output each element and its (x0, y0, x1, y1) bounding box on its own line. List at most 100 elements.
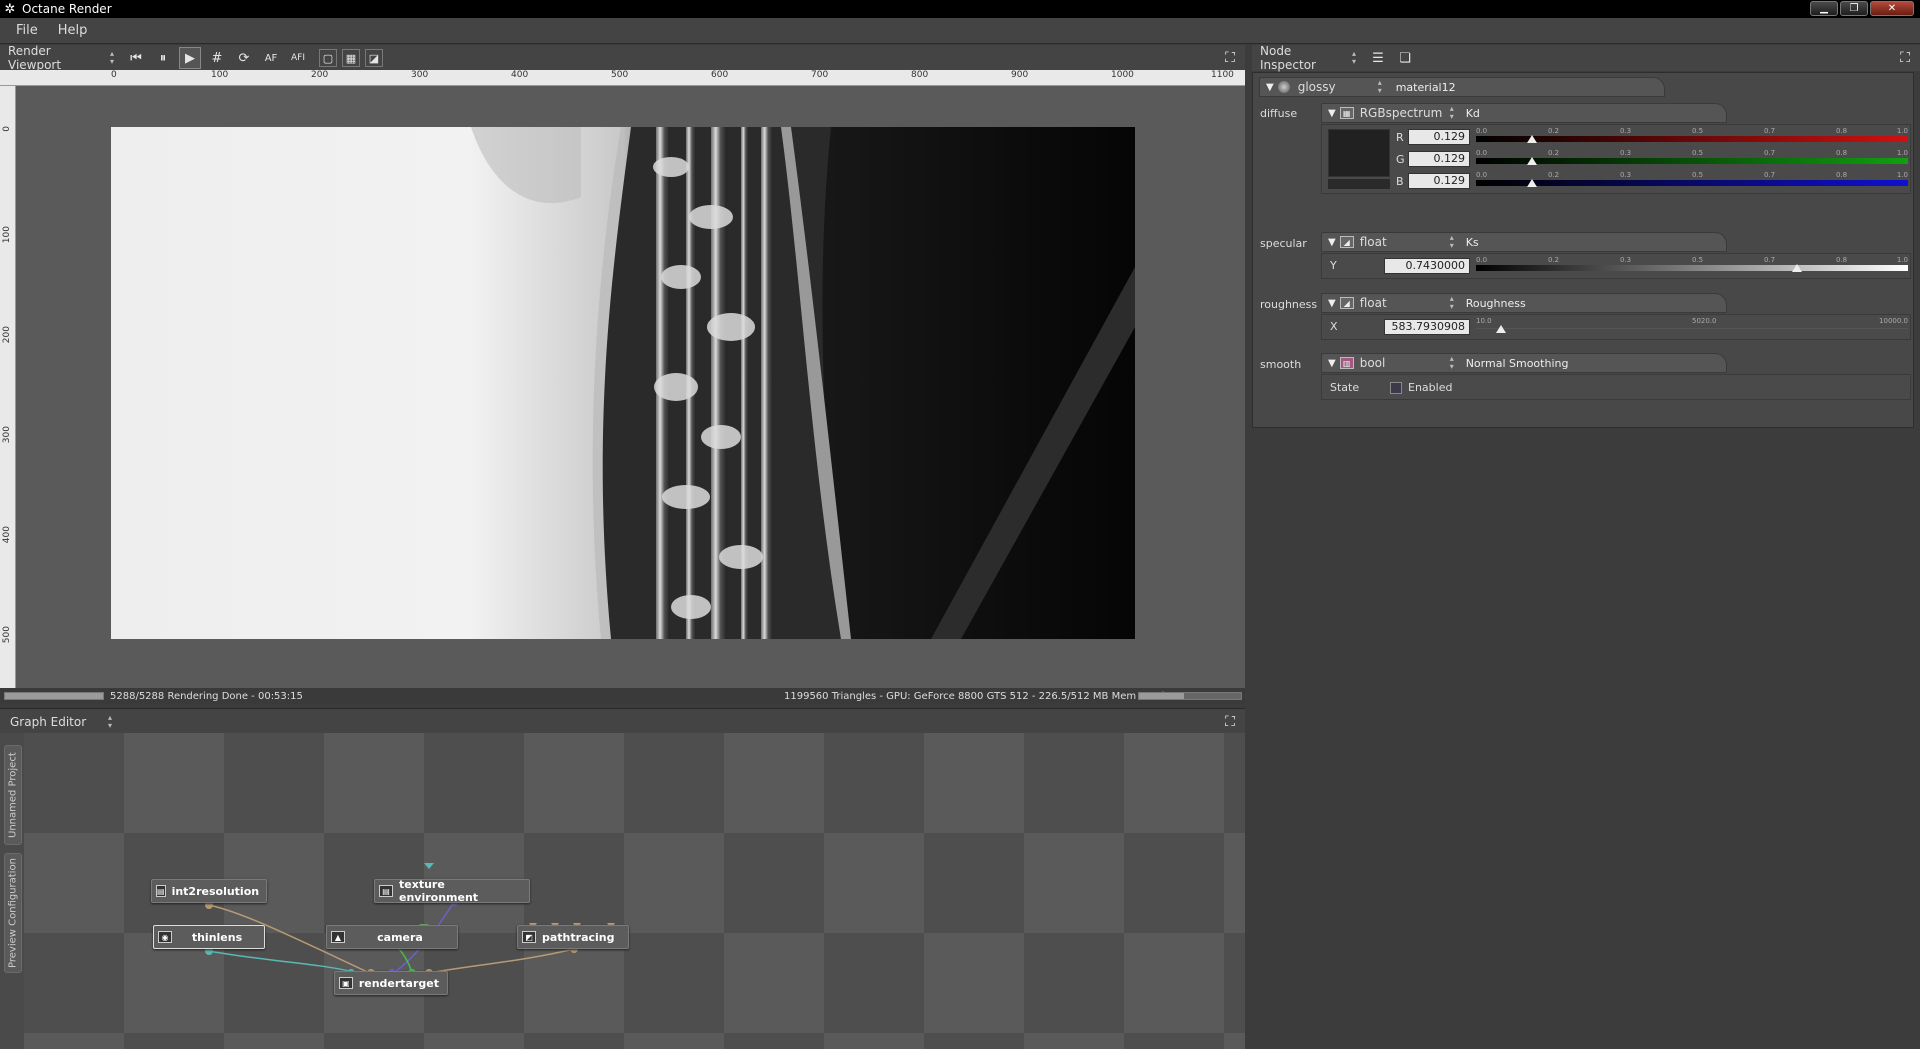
checker-icon[interactable]: ▦ (342, 49, 360, 67)
grid-icon[interactable]: # (206, 47, 228, 69)
roughness-type-combo[interactable]: float (1360, 293, 1460, 313)
slider-track[interactable] (1476, 136, 1908, 142)
slider-thumb[interactable] (1791, 264, 1802, 272)
slider-tick-label: 0.3 (1619, 171, 1632, 179)
pin-node-icon[interactable]: ❏ (1394, 47, 1416, 69)
roughness-axis-label: X (1330, 320, 1338, 333)
slider-thumb[interactable] (1526, 157, 1537, 165)
slider-ticks: 0.0 0.2 0.3 0.5 0.7 0.8 1.0 (1476, 149, 1908, 157)
smooth-label: smooth (1260, 358, 1302, 371)
tab-unnamed-project[interactable]: Unnamed Project (4, 745, 22, 845)
material-name: material12 (1395, 80, 1456, 94)
diffuse-g-input[interactable]: 0.129 (1408, 151, 1470, 167)
render-status-bar: 5288/5288 Rendering Done - 00:53:15 1199… (0, 688, 1245, 704)
slider-thumb[interactable] (1496, 325, 1507, 333)
specular-type-combo[interactable]: float (1360, 232, 1460, 252)
slider-tick-label: 0.7 (1763, 256, 1776, 264)
menu-file[interactable]: File (6, 23, 48, 38)
autofocus-image-icon[interactable]: AFI (287, 47, 309, 69)
tab-preview-configuration[interactable]: Preview Configuration (4, 853, 22, 973)
slider-track[interactable] (1476, 180, 1908, 186)
diffuse-r-slider[interactable]: 0.0 0.2 0.3 0.5 0.7 0.8 1.0 (1476, 127, 1908, 143)
rewind-icon[interactable]: ⏮ (125, 47, 147, 69)
slider-tick-label: 0.5 (1692, 149, 1704, 157)
maximize-inspector-icon[interactable]: ⛶ (1896, 49, 1914, 67)
pause-icon[interactable]: ⏸ (152, 47, 174, 69)
node-int2resolution[interactable]: ▤ int2resolution (151, 879, 267, 903)
collapse-triangle-icon[interactable]: ▼ (1328, 358, 1336, 369)
collapse-triangle-icon[interactable]: ▼ (1328, 108, 1336, 119)
slider-thumb[interactable] (1526, 179, 1537, 187)
rendered-image[interactable] (111, 127, 1135, 639)
roughness-label: roughness (1260, 298, 1318, 311)
window-title: Octane Render (22, 2, 112, 16)
inspector-body: ▼ glossy material12 diffuse ▼ ▦ RGBspect… (1252, 72, 1914, 428)
menu-bar: File Help (0, 18, 1920, 44)
rendertarget-icon: ▣ (339, 977, 353, 989)
diffuse-g-slider[interactable]: 0.0 0.2 0.3 0.5 0.7 0.8 1.0 (1476, 149, 1908, 165)
alpha-icon[interactable]: ◪ (365, 49, 383, 67)
slider-track[interactable] (1476, 328, 1908, 329)
graph-editor-combo[interactable]: Graph Editor (4, 712, 118, 732)
node-pathtracing[interactable]: ◩ pathtracing (517, 925, 629, 949)
enabled-checkbox[interactable] (1390, 382, 1402, 394)
node-inspector-combo[interactable]: Node Inspector (1254, 44, 1362, 72)
slider-tick-label: 0.5 (1692, 127, 1704, 135)
roughness-value-input[interactable]: 583.7930908 (1384, 319, 1470, 335)
color-swatch-strip (1328, 179, 1390, 189)
slider-ticks: 0.0 0.2 0.3 0.5 0.7 0.8 1.0 (1476, 256, 1908, 264)
render-progress-fill (5, 693, 103, 699)
node-thinlens[interactable]: ◉ thinlens (153, 925, 265, 949)
render-viewport-combo[interactable]: Render Viewport (2, 44, 120, 72)
node-texture-environment[interactable]: ▤ texture environment (374, 878, 530, 904)
material-type-combo[interactable]: glossy (1298, 77, 1388, 97)
slider-thumb[interactable] (1526, 135, 1537, 143)
close-button[interactable]: ✕ (1870, 1, 1914, 16)
node-rendertarget[interactable]: ▣ rendertarget (334, 971, 448, 995)
collapse-triangle-icon[interactable]: ▼ (1266, 82, 1274, 93)
specular-slider[interactable]: 0.0 0.2 0.3 0.5 0.7 0.8 1.0 (1476, 256, 1908, 272)
node-camera[interactable]: ▲ camera (326, 925, 458, 949)
roughness-panel: X 583.7930908 10.0 5020.0 10000.0 (1321, 314, 1911, 340)
play-icon[interactable]: ▶ (179, 47, 201, 69)
maximize-graph-icon[interactable]: ⛶ (1221, 713, 1239, 731)
node-type-icon: ▤ (156, 885, 166, 897)
diffuse-r-input[interactable]: 0.129 (1408, 129, 1470, 145)
slider-tick-label: 0.5 (1692, 256, 1704, 264)
ruler-tick: 100 (2, 226, 12, 244)
graph-canvas[interactable]: ▤ int2resolution ▤ texture environment ◉… (24, 733, 1245, 1049)
diffuse-b-input[interactable]: 0.129 (1408, 173, 1470, 189)
menu-help[interactable]: Help (48, 23, 98, 38)
collapse-all-icon[interactable]: ☰ (1367, 47, 1389, 69)
roughness-name: Roughness (1465, 296, 1526, 310)
slider-track[interactable] (1476, 158, 1908, 164)
color-swatch[interactable] (1328, 129, 1390, 177)
smooth-type-combo[interactable]: bool (1360, 353, 1460, 373)
autofocus-icon[interactable]: AF (260, 47, 282, 69)
maximize-button[interactable]: ❐ (1840, 1, 1868, 16)
slider-tick-label: 1.0 (1896, 149, 1908, 157)
diffuse-b-slider[interactable]: 0.0 0.2 0.3 0.5 0.7 0.8 1.0 (1476, 171, 1908, 187)
region-icon[interactable]: ▢ (319, 49, 337, 67)
ruler-tick: 400 (2, 526, 12, 544)
collapse-triangle-icon[interactable]: ▼ (1328, 298, 1336, 309)
refresh-icon[interactable]: ⟳ (233, 47, 255, 69)
memory-usage-bar (1138, 692, 1242, 700)
roughness-slider[interactable]: 10.0 5020.0 10000.0 (1476, 317, 1908, 333)
ruler-tick: 0 (2, 126, 12, 132)
specular-value-input[interactable]: 0.7430000 (1384, 258, 1470, 274)
maximize-viewport-icon[interactable]: ⛶ (1221, 49, 1239, 67)
specular-axis-label: Y (1330, 259, 1337, 272)
memory-usage-fill (1139, 693, 1184, 699)
smooth-panel: State Enabled (1321, 374, 1911, 400)
slider-track[interactable] (1476, 265, 1908, 271)
minimize-button[interactable]: ▁ (1810, 1, 1838, 16)
graph-editor[interactable]: Unnamed Project Preview Configuration ▤ … (0, 733, 1245, 1049)
render-viewport[interactable]: 0 100 200 300 400 500 600 700 800 900 10… (0, 70, 1245, 688)
slider-tick-label: 0.8 (1836, 171, 1848, 179)
slider-ticks: 0.0 0.2 0.3 0.5 0.7 0.8 1.0 (1476, 127, 1908, 135)
diffuse-type-combo[interactable]: RGBspectrum (1360, 103, 1460, 123)
collapse-triangle-icon[interactable]: ▼ (1328, 237, 1336, 248)
rendered-scene-graphic (111, 127, 1135, 639)
diffuse-header: ▼ ▦ RGBspectrum Kd (1321, 103, 1727, 123)
